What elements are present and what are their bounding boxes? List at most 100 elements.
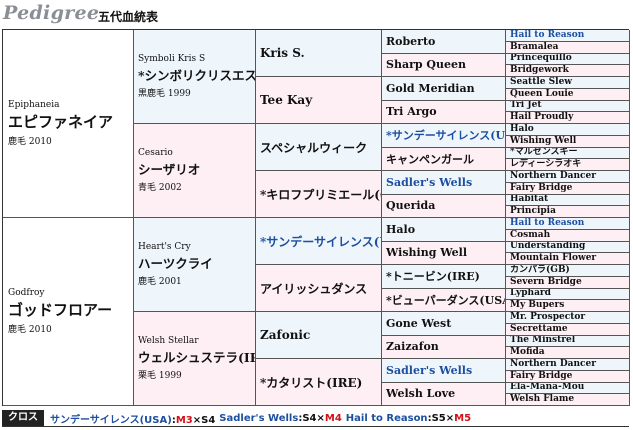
cross-times: × [316,412,325,424]
ancestor-cell: *カタリスト(IRE) [256,359,382,406]
ancestor-cell: Severn Bridge [506,276,630,289]
sire-info: 鹿毛 2010 [8,137,52,147]
cross-generation-dam: M5 [454,412,472,424]
ancestor-name-en: Heart's Cry [138,242,191,252]
ancestor-cell: Bramalea [506,41,630,54]
ancestor-cell: The Minstrel [506,335,630,348]
cross-generation-sire: M3 [175,414,193,426]
page-title-en: Pedigree [3,2,100,24]
ancestor-cell-ds: Heart's Cry ハーツクライ 鹿毛 2001 [134,218,256,312]
ancestor-cell: Hail Proudly [506,112,630,124]
ancestor-cell: Zafonic [256,312,382,359]
cross-times: × [192,414,202,426]
ancestor-cell: Northern Dancer [506,171,630,183]
ancestor-cell: Zaizafon [382,335,506,359]
ancestor-cell: *マルゼンスキー [506,147,630,160]
ancestor-cell: Wishing Well [382,241,506,265]
pedigree-table: Epiphaneia エピファネイア 鹿毛 2010 Godfroy ゴッドフロ… [2,29,630,406]
ancestor-cell: Cosmah [506,229,630,242]
ancestor-info: 栗毛 1999 [138,371,182,381]
ancestor-cell: Gone West [382,312,506,336]
ancestor-cell: Ela-Mana-Mou [506,382,630,395]
ancestor-cell: Tri Argo [382,100,506,124]
ancestor-cell: Roberto [382,30,506,54]
sire-cell: Epiphaneia エピファネイア 鹿毛 2010 [3,30,134,218]
ancestor-cell-ss: Symboli Kris S *シンボリクリスエス(USA) 黒鹿毛 1999 [134,30,256,124]
cross-times: × [445,412,455,424]
ancestor-cell: Hail to Reason [506,30,630,42]
ancestor-name-jp: *シンボリクリスエス(USA) [138,68,256,83]
ancestor-cell-sd: Cesario シーザリオ 青毛 2002 [134,124,256,218]
cross-horse: サンデーサイレンス(USA) [50,414,172,426]
ancestor-cell: Mr. Prospector [506,312,630,324]
ancestor-cell: Secrettame [506,323,630,336]
ancestor-cell: Sadler's Wells [382,171,506,195]
ancestor-cell: Tri Jet [506,100,630,113]
ancestor-cell: Seattle Slew [506,77,630,89]
ancestor-name-en: Welsh Stellar [138,336,199,346]
ancestor-cell: Querida [382,194,506,218]
ancestor-name-jp: ハーツクライ [138,256,213,271]
ancestor-cell: Habitat [506,194,630,207]
ancestor-cell: Princequillo [506,53,630,66]
dam-cell: Godfroy ゴッドフロアー 鹿毛 2010 [3,218,134,406]
ancestor-cell: *サンデーサイレンス(USA) [256,218,382,265]
ancestor-cell: Queen Louie [506,88,630,101]
ancestor-cell: レディーシラオキ [506,159,630,171]
ancestor-cell: Welsh Flame [506,394,630,406]
ancestor-cell: Tee Kay [256,77,382,124]
dam-name-en: Godfroy [8,288,45,298]
ancestor-info: 青毛 2002 [138,183,182,193]
cross-generation-sire: S5 [431,412,446,424]
ancestor-cell: Fairy Bridge [506,182,630,195]
page-title-jp: 五代血統表 [98,10,159,24]
title-bar: Pedigree 五代血統表 [3,2,623,26]
ancestor-info: 鹿毛 2001 [138,277,182,287]
ancestor-cell: Sadler's Wells [382,359,506,383]
cross-generation-sire: S4 [302,412,317,424]
ancestor-cell-dd: Welsh Stellar ウェルシュステラ(IRE) 栗毛 1999 [134,312,256,406]
ancestor-cell: スペシャルウィーク [256,124,382,171]
ancestor-cell: Welsh Love [382,382,506,406]
ancestor-cell: Sharp Queen [382,53,506,77]
ancestor-cell: *キロフプリミエール(GB) [256,171,382,218]
ancestor-cell: Mountain Flower [506,253,630,265]
ancestor-cell: Lyphard [506,288,630,301]
ancestor-cell: カンパラ(GB) [506,265,630,277]
ancestor-cell: キャンペンガール [382,147,506,171]
cross-generation-dam: S4 [201,414,216,426]
ancestor-cell: Northern Dancer [506,359,630,371]
ancestor-name-jp: シーザリオ [138,162,201,177]
ancestor-info: 黒鹿毛 1999 [138,89,191,99]
ancestor-name-jp: ウェルシュステラ(IRE) [138,350,255,365]
dam-name-jp: ゴッドフロアー [8,301,113,319]
ancestor-name-en: Cesario [138,148,173,158]
cross-item: Sadler's Wells:S4×M4 [219,413,342,424]
cross-horse: Sadler's Wells [219,412,299,424]
sire-name-jp: エピファネイア [8,113,114,131]
ancestor-cell: My Bupers [506,300,630,312]
ancestor-cell: *サンデーサイレンス(USA) [382,124,506,148]
dam-info: 鹿毛 2010 [8,325,52,335]
ancestor-cell: Gold Meridian [382,77,506,101]
ancestor-cell: Bridgework [506,65,630,77]
cross-item: サンデーサイレンス(USA):M3×S4 [50,411,215,426]
inbreeding-cross-bar: クロス サンデーサイレンス(USA):M3×S4 Sadler's Wells:… [2,410,629,427]
cross-item: Hail to Reason:S5×M5 [346,413,471,424]
ancestor-cell: *トニービン(IRE) [382,265,506,289]
ancestor-cell: Fairy Bridge [506,370,630,383]
ancestor-cell: Principia [506,206,630,218]
cross-label: クロス [2,410,44,426]
ancestor-cell: Understanding [506,241,630,254]
ancestor-cell: Hail to Reason [506,218,630,230]
sire-name-en: Epiphaneia [8,100,60,110]
cross-generation-dam: M4 [324,412,342,424]
ancestor-cell: Halo [382,218,506,242]
ancestor-cell: Kris S. [256,30,382,77]
ancestor-cell: Mofida [506,347,630,359]
ancestor-cell: *ビューパーダンス(USA) [382,288,506,312]
ancestor-cell: Halo [506,124,630,136]
cross-horse: Hail to Reason [345,412,428,424]
ancestor-cell: Wishing Well [506,135,630,148]
ancestor-name-en: Symboli Kris S [138,54,206,64]
